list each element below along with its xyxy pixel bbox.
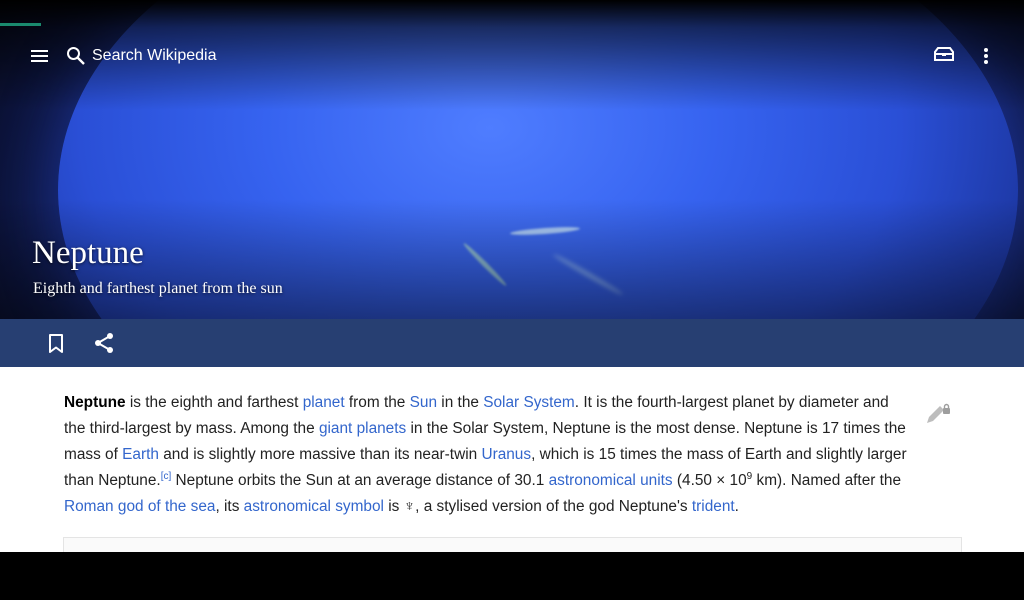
share-icon[interactable] [92, 331, 116, 355]
link-solar-system[interactable]: Solar System [483, 394, 575, 411]
system-navigation-bar [0, 552, 1024, 600]
link-earth[interactable]: Earth [122, 446, 159, 463]
link-planet[interactable]: planet [303, 394, 345, 411]
article-description: Eighth and farthest planet from the sun [33, 280, 283, 297]
link-giant-planets[interactable]: giant planets [319, 420, 406, 437]
lead-text: is ♆, a stylised version of the god Nept… [383, 498, 692, 515]
article-action-bar [0, 319, 1024, 367]
lead-text: Neptune orbits the Sun at an average dis… [171, 472, 549, 489]
loading-progress-bar [0, 23, 41, 26]
search-icon[interactable] [64, 44, 88, 68]
more-vert-icon[interactable] [976, 44, 996, 68]
link-roman-god[interactable]: Roman god of the sea [64, 498, 215, 515]
link-sun[interactable]: Sun [410, 394, 437, 411]
reading-list-icon[interactable] [930, 44, 958, 68]
lead-text: and is slightly more massive than its ne… [158, 446, 482, 463]
link-trident[interactable]: trident [692, 498, 735, 515]
app-window: Search Wikipedia Neptune Eighth and fart… [0, 0, 1024, 552]
lead-text: in the [437, 394, 484, 411]
lead-text: is the eighth and farthest [125, 394, 303, 411]
article-name-bold: Neptune [64, 394, 126, 411]
link-uranus[interactable]: Uranus [481, 446, 531, 463]
lead-image[interactable]: Search Wikipedia Neptune Eighth and fart… [0, 0, 1024, 319]
lead-text: km). Named after the [752, 472, 902, 489]
bottom-gradient [0, 199, 1024, 319]
article-title: Neptune [32, 235, 144, 271]
search-input[interactable]: Search Wikipedia [92, 47, 217, 65]
menu-icon[interactable] [27, 44, 53, 68]
lead-text: (4.50 × 10 [672, 472, 747, 489]
footnote-c[interactable]: [c] [161, 471, 172, 482]
infobox [63, 537, 962, 552]
lead-paragraph: Neptune is the eighth and farthest plane… [64, 390, 914, 520]
lead-text: . [734, 498, 739, 515]
lead-text: , its [215, 498, 244, 515]
edit-lock-icon[interactable] [924, 402, 952, 426]
link-astronomical-units[interactable]: astronomical units [549, 472, 673, 489]
link-astronomical-symbol[interactable]: astronomical symbol [244, 498, 384, 515]
top-toolbar: Search Wikipedia [0, 34, 1024, 78]
bookmark-icon[interactable] [44, 331, 68, 355]
lead-text: from the [344, 394, 410, 411]
